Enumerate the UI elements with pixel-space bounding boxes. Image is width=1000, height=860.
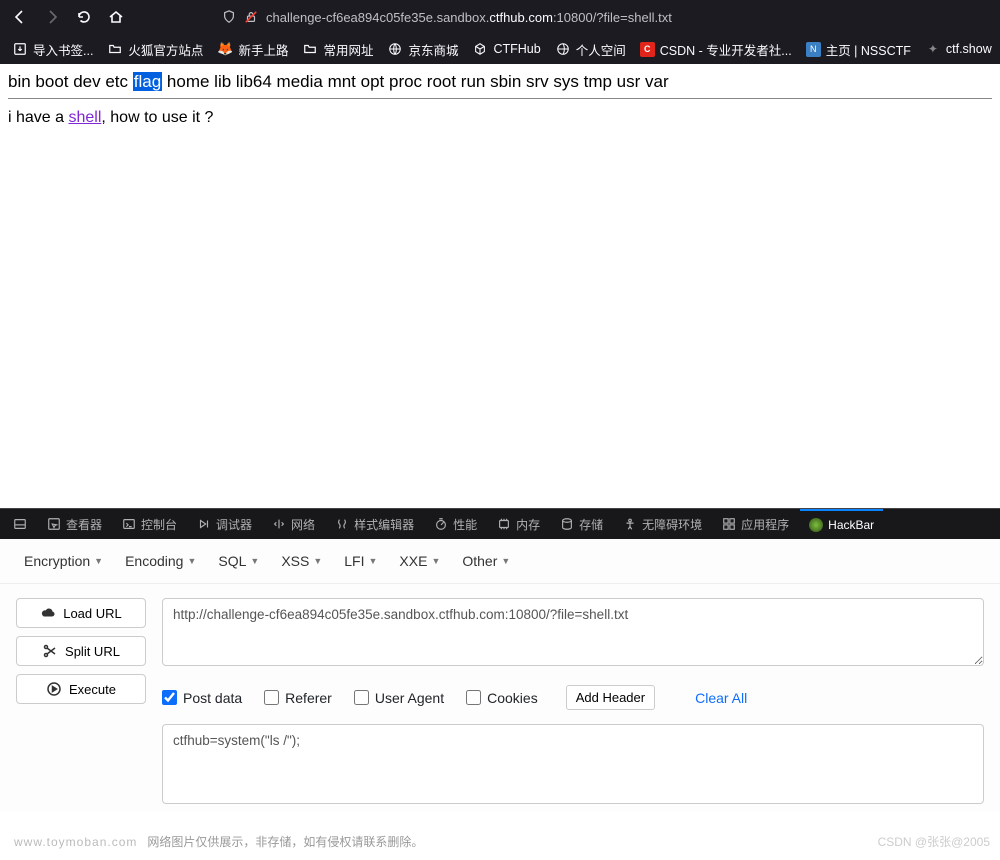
shell-text: i have a shell, how to use it ? xyxy=(8,109,992,127)
url-text: challenge-cf6ea894c05fe35e.sandbox.ctfhu… xyxy=(266,10,672,25)
bookmark-personal[interactable]: 个人空间 xyxy=(549,36,632,63)
tab-style[interactable]: 样式编辑器 xyxy=(326,509,423,539)
folder-icon xyxy=(302,41,318,57)
store-icon xyxy=(560,517,574,531)
postdata-checkbox[interactable]: Post data xyxy=(162,690,242,706)
devtools: 查看器 控制台 调试器 网络 样式编辑器 性能 内存 存储 无障碍环境 应用程序… xyxy=(0,508,1000,812)
watermark: www.toymoban.com 网络图片仅供展示，非存储，如有侵权请联系删除。 xyxy=(14,833,423,850)
lock-insecure-icon xyxy=(244,10,258,24)
shell-link[interactable]: shell xyxy=(68,109,101,126)
play-icon xyxy=(46,681,62,697)
caret-icon: ▼ xyxy=(250,556,259,566)
bookmark-nssctf[interactable]: N主页 | NSSCTF xyxy=(800,36,917,63)
back-button[interactable] xyxy=(6,3,34,31)
execute-button[interactable]: Execute xyxy=(16,674,146,704)
csdn-watermark: CSDN @张张@2005 xyxy=(878,833,990,850)
menu-other[interactable]: Other▼ xyxy=(456,549,516,573)
app-icon xyxy=(722,517,736,531)
forward-button[interactable] xyxy=(38,3,66,31)
console-icon xyxy=(122,517,136,531)
cloud-download-icon xyxy=(40,605,56,621)
debug-icon xyxy=(197,517,211,531)
net-icon xyxy=(272,517,286,531)
page-content: bin boot dev etc flag home lib lib64 med… xyxy=(0,64,1000,508)
bookmark-import[interactable]: 导入书签... xyxy=(6,36,99,63)
shield-icon xyxy=(222,10,236,24)
style-icon xyxy=(335,517,349,531)
hackbar-buttons: Load URL Split URL Execute xyxy=(16,598,146,804)
bookmark-firefox-official[interactable]: 火狐官方站点 xyxy=(101,36,209,63)
tab-memory[interactable]: 内存 xyxy=(488,509,549,539)
tab-hackbar[interactable]: HackBar xyxy=(800,509,883,539)
clear-all-link[interactable]: Clear All xyxy=(695,690,747,706)
tab-network[interactable]: 网络 xyxy=(263,509,324,539)
tab-debugger[interactable]: 调试器 xyxy=(188,509,261,539)
cube-icon xyxy=(472,41,488,57)
tab-console[interactable]: 控制台 xyxy=(113,509,186,539)
add-header-button[interactable]: Add Header xyxy=(566,685,655,710)
cookies-checkbox[interactable]: Cookies xyxy=(466,690,538,706)
perf-icon xyxy=(434,517,448,531)
caret-icon: ▼ xyxy=(369,556,378,566)
bookmark-getting-started[interactable]: 🦊新手上路 xyxy=(211,36,294,63)
globe-icon xyxy=(555,41,571,57)
csdn-icon: C xyxy=(640,42,655,57)
hackbar-icon xyxy=(809,518,823,532)
bookmark-ctfhub[interactable]: CTFHub xyxy=(466,37,546,61)
a11y-icon xyxy=(623,517,637,531)
caret-icon: ▼ xyxy=(313,556,322,566)
bookmark-csdn[interactable]: CCSDN - 专业开发者社... xyxy=(634,36,798,63)
nss-icon: N xyxy=(806,42,821,57)
reload-button[interactable] xyxy=(70,3,98,31)
tab-application[interactable]: 应用程序 xyxy=(713,509,798,539)
tab-a11y[interactable]: 无障碍环境 xyxy=(614,509,711,539)
caret-icon: ▼ xyxy=(94,556,103,566)
url-textarea[interactable] xyxy=(162,598,984,666)
menu-lfi[interactable]: LFI▼ xyxy=(338,549,383,573)
scissors-icon xyxy=(42,643,58,659)
folder-icon xyxy=(107,41,123,57)
directory-listing: bin boot dev etc flag home lib lib64 med… xyxy=(8,72,992,92)
menu-encoding[interactable]: Encoding▼ xyxy=(119,549,202,573)
bookmark-ctfshow[interactable]: ✦ctf.show xyxy=(919,37,998,61)
caret-icon: ▼ xyxy=(431,556,440,566)
url-bar[interactable]: challenge-cf6ea894c05fe35e.sandbox.ctfhu… xyxy=(214,3,994,31)
import-icon xyxy=(12,41,28,57)
menu-encryption[interactable]: Encryption▼ xyxy=(18,549,109,573)
split-url-button[interactable]: Split URL xyxy=(16,636,146,666)
firefox-icon: 🦊 xyxy=(217,41,233,57)
mem-icon xyxy=(497,517,511,531)
home-button[interactable] xyxy=(102,3,130,31)
tab-storage[interactable]: 存储 xyxy=(551,509,612,539)
load-url-button[interactable]: Load URL xyxy=(16,598,146,628)
hackbar-panel: Encryption▼ Encoding▼ SQL▼ XSS▼ LFI▼ XXE… xyxy=(0,539,1000,812)
globe-icon xyxy=(387,41,403,57)
nav-toolbar: challenge-cf6ea894c05fe35e.sandbox.ctfhu… xyxy=(0,0,1000,34)
hackbar-options: Post data Referer User Agent Cookies Add… xyxy=(162,685,984,710)
referer-checkbox[interactable]: Referer xyxy=(264,690,332,706)
menu-sql[interactable]: SQL▼ xyxy=(212,549,265,573)
caret-icon: ▼ xyxy=(501,556,510,566)
bookmarks-bar: 导入书签... 火狐官方站点 🦊新手上路 常用网址 京东商城 CTFHub 个人… xyxy=(0,34,1000,64)
tab-perf[interactable]: 性能 xyxy=(425,509,486,539)
tab-inspector[interactable]: 查看器 xyxy=(38,509,111,539)
bookmark-jd[interactable]: 京东商城 xyxy=(381,36,464,63)
inspect-icon xyxy=(47,517,61,531)
menu-xxe[interactable]: XXE▼ xyxy=(393,549,446,573)
devtools-tabs: 查看器 控制台 调试器 网络 样式编辑器 性能 内存 存储 无障碍环境 应用程序… xyxy=(0,509,1000,539)
postdata-textarea[interactable] xyxy=(162,724,984,804)
hackbar-menus: Encryption▼ Encoding▼ SQL▼ XSS▼ LFI▼ XXE… xyxy=(0,539,1000,584)
menu-xss[interactable]: XSS▼ xyxy=(275,549,328,573)
useragent-checkbox[interactable]: User Agent xyxy=(354,690,444,706)
ctfshow-icon: ✦ xyxy=(925,41,941,57)
devtools-dock-button[interactable] xyxy=(4,509,36,539)
highlighted-flag: flag xyxy=(133,72,162,91)
divider xyxy=(8,98,992,99)
bookmark-common[interactable]: 常用网址 xyxy=(296,36,379,63)
caret-icon: ▼ xyxy=(187,556,196,566)
